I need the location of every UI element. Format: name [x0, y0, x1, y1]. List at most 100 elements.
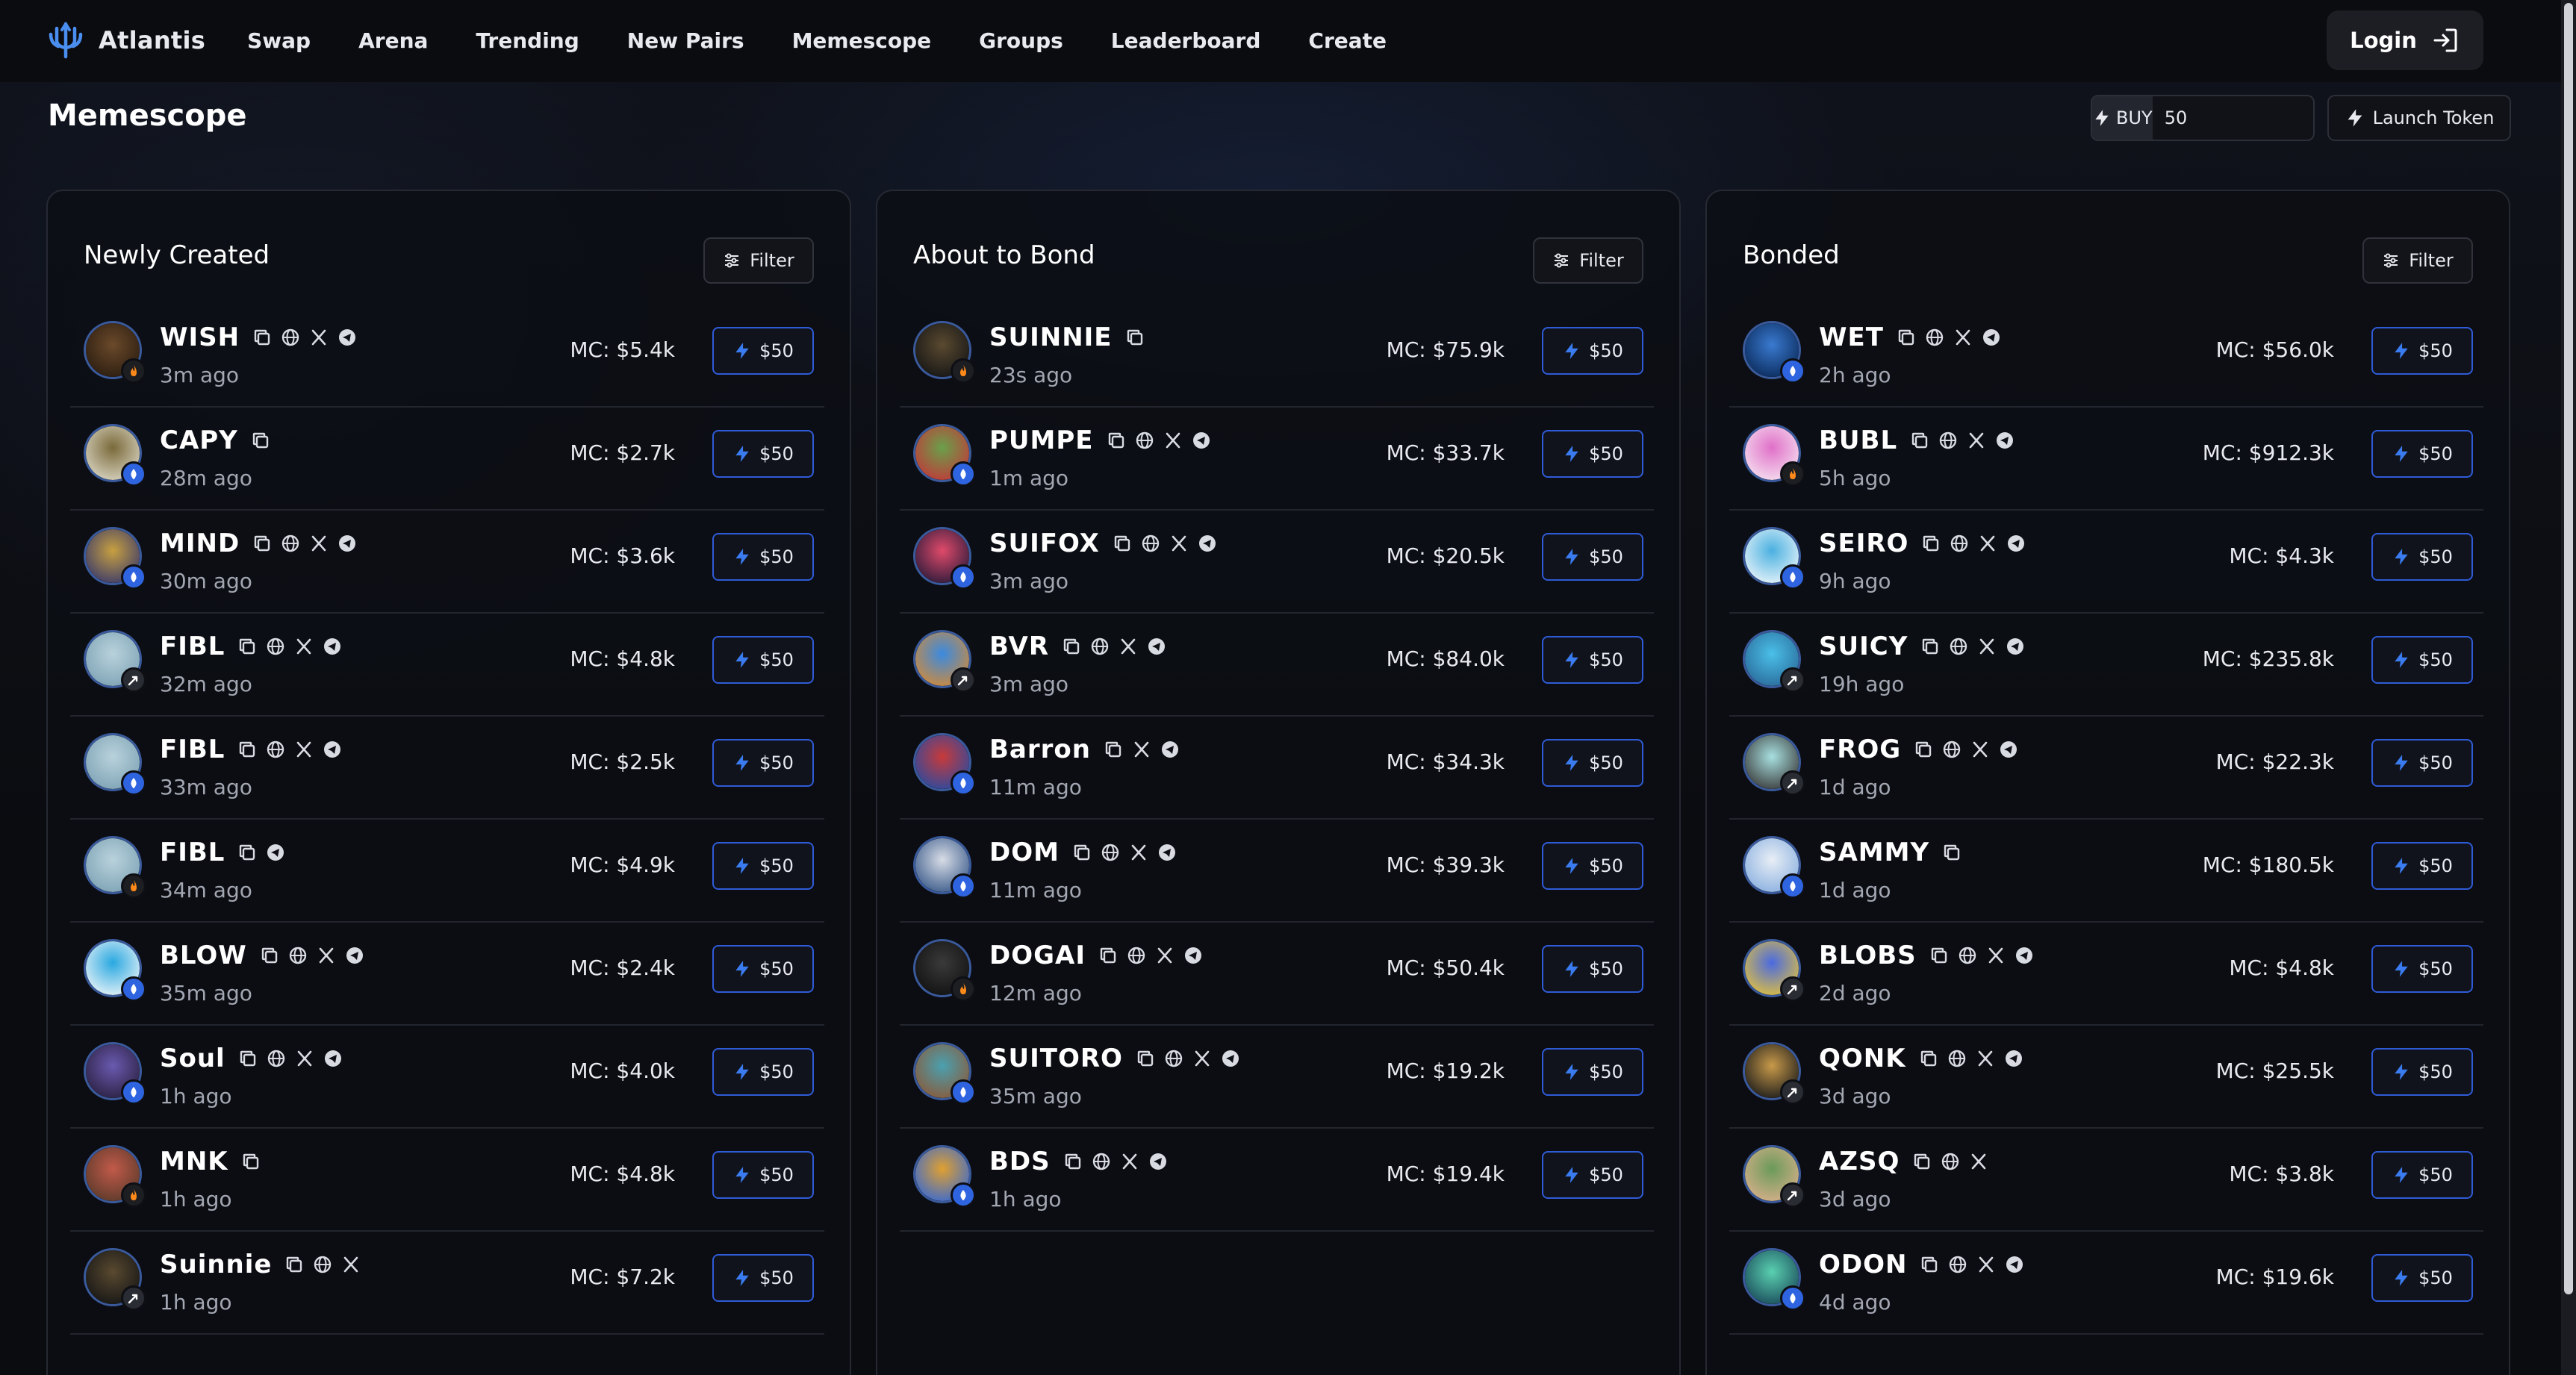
quick-buy-button[interactable]: $50 [2371, 1254, 2473, 1302]
telegram-icon[interactable] [322, 739, 343, 760]
quick-buy-button[interactable]: $50 [1542, 1048, 1643, 1096]
globe-icon[interactable] [1134, 430, 1155, 451]
x-icon[interactable] [1977, 533, 1998, 554]
login-button[interactable]: Login [2327, 10, 2483, 70]
token-row[interactable]: FIBL 33m ago MC: $2.5k $50 [70, 717, 824, 820]
quick-buy-button[interactable]: $50 [712, 533, 814, 581]
x-icon[interactable] [1118, 636, 1139, 657]
filter-button[interactable]: Filter [703, 237, 814, 284]
globe-icon[interactable] [1089, 636, 1110, 657]
telegram-icon[interactable] [2014, 945, 2035, 966]
globe-icon[interactable] [1924, 327, 1945, 348]
copy-icon[interactable] [1061, 636, 1082, 657]
quick-buy-button[interactable]: $50 [2371, 842, 2473, 890]
copy-icon[interactable] [1103, 739, 1124, 760]
filter-button[interactable]: Filter [2362, 237, 2473, 284]
copy-icon[interactable] [1913, 739, 1934, 760]
copy-icon[interactable] [1941, 842, 1962, 863]
token-row[interactable]: QONK 3d ago MC: $25.5k $50 [1729, 1026, 2483, 1129]
x-icon[interactable] [1131, 739, 1152, 760]
quick-buy-button[interactable]: $50 [1542, 430, 1643, 478]
telegram-icon[interactable] [1157, 842, 1177, 863]
nav-link-create[interactable]: Create [1308, 28, 1387, 53]
globe-icon[interactable] [265, 739, 286, 760]
token-row[interactable]: Soul 1h ago MC: $4.0k $50 [70, 1026, 824, 1129]
quick-buy-button[interactable]: $50 [1542, 739, 1643, 787]
globe-icon[interactable] [1949, 533, 1970, 554]
quick-buy-button[interactable]: $50 [712, 636, 814, 684]
copy-icon[interactable] [1098, 945, 1119, 966]
copy-icon[interactable] [1063, 1151, 1083, 1172]
telegram-icon[interactable] [1183, 945, 1204, 966]
page-scrollbar[interactable] [2561, 0, 2576, 1375]
telegram-icon[interactable] [2005, 636, 2026, 657]
telegram-icon[interactable] [1994, 430, 2015, 451]
x-icon[interactable] [1985, 945, 2006, 966]
nav-link-new-pairs[interactable]: New Pairs [627, 28, 744, 53]
copy-icon[interactable] [252, 327, 273, 348]
token-row[interactable]: BVR 3m ago MC: $84.0k $50 [900, 614, 1654, 717]
telegram-icon[interactable] [337, 327, 358, 348]
quick-buy-button[interactable]: $50 [1542, 636, 1643, 684]
x-icon[interactable] [316, 945, 337, 966]
x-icon[interactable] [1169, 533, 1189, 554]
token-row[interactable]: FIBL 32m ago MC: $4.8k $50 [70, 614, 824, 717]
token-row[interactable]: DOGAI 12m ago MC: $50.4k $50 [900, 923, 1654, 1026]
nav-link-trending[interactable]: Trending [476, 28, 579, 53]
x-icon[interactable] [1128, 842, 1149, 863]
token-row[interactable]: DOM 11m ago MC: $39.3k $50 [900, 820, 1654, 923]
quick-buy-button[interactable]: $50 [1542, 945, 1643, 993]
globe-icon[interactable] [1948, 636, 1969, 657]
globe-icon[interactable] [280, 533, 301, 554]
quick-buy-button[interactable]: $50 [2371, 1151, 2473, 1199]
globe-icon[interactable] [1126, 945, 1147, 966]
globe-icon[interactable] [1140, 533, 1161, 554]
telegram-icon[interactable] [2006, 533, 2026, 554]
globe-icon[interactable] [280, 327, 301, 348]
token-row[interactable]: FROG 1d ago MC: $22.3k $50 [1729, 717, 2483, 820]
token-row[interactable]: BLOW 35m ago MC: $2.4k $50 [70, 923, 824, 1026]
quick-buy-button[interactable]: $50 [2371, 945, 2473, 993]
token-row[interactable]: SUINNIE 23s ago MC: $75.9k $50 [900, 305, 1654, 408]
globe-icon[interactable] [266, 1048, 287, 1069]
telegram-icon[interactable] [1998, 739, 2019, 760]
x-icon[interactable] [1966, 430, 1987, 451]
token-row[interactable]: ODON 4d ago MC: $19.6k $50 [1729, 1232, 2483, 1335]
copy-icon[interactable] [1896, 327, 1917, 348]
brand[interactable]: Atlantis [46, 21, 205, 60]
quick-buy-button[interactable]: $50 [712, 945, 814, 993]
x-icon[interactable] [293, 739, 314, 760]
quick-buy-button[interactable]: $50 [712, 327, 814, 375]
copy-icon[interactable] [259, 945, 280, 966]
token-row[interactable]: SUICY 19h ago MC: $235.8k $50 [1729, 614, 2483, 717]
copy-icon[interactable] [1909, 430, 1930, 451]
token-row[interactable]: SUITORO 35m ago MC: $19.2k $50 [900, 1026, 1654, 1129]
telegram-icon[interactable] [344, 945, 365, 966]
copy-icon[interactable] [1106, 430, 1127, 451]
x-icon[interactable] [340, 1254, 361, 1275]
token-row[interactable]: WISH 3m ago MC: $5.4k $50 [70, 305, 824, 408]
quick-buy-button[interactable]: $50 [712, 1151, 814, 1199]
token-row[interactable]: FIBL 34m ago MC: $4.9k $50 [70, 820, 824, 923]
copy-icon[interactable] [1071, 842, 1092, 863]
token-row[interactable]: CAPY 28m ago MC: $2.7k $50 [70, 408, 824, 511]
copy-icon[interactable] [237, 1048, 258, 1069]
x-icon[interactable] [1192, 1048, 1213, 1069]
copy-icon[interactable] [237, 636, 258, 657]
telegram-icon[interactable] [1220, 1048, 1241, 1069]
telegram-icon[interactable] [1160, 739, 1180, 760]
globe-icon[interactable] [1100, 842, 1121, 863]
telegram-icon[interactable] [322, 636, 343, 657]
token-row[interactable]: AZSQ 3d ago MC: $3.8k $50 [1729, 1129, 2483, 1232]
x-icon[interactable] [1970, 739, 1991, 760]
globe-icon[interactable] [1091, 1151, 1112, 1172]
x-icon[interactable] [1119, 1151, 1140, 1172]
filter-button[interactable]: Filter [1533, 237, 1643, 284]
x-icon[interactable] [1968, 1151, 1989, 1172]
copy-icon[interactable] [250, 430, 271, 451]
quick-buy-button[interactable]: $50 [712, 430, 814, 478]
x-icon[interactable] [293, 636, 314, 657]
copy-icon[interactable] [237, 842, 258, 863]
x-icon[interactable] [1163, 430, 1183, 451]
quick-buy-button[interactable]: $50 [1542, 842, 1643, 890]
